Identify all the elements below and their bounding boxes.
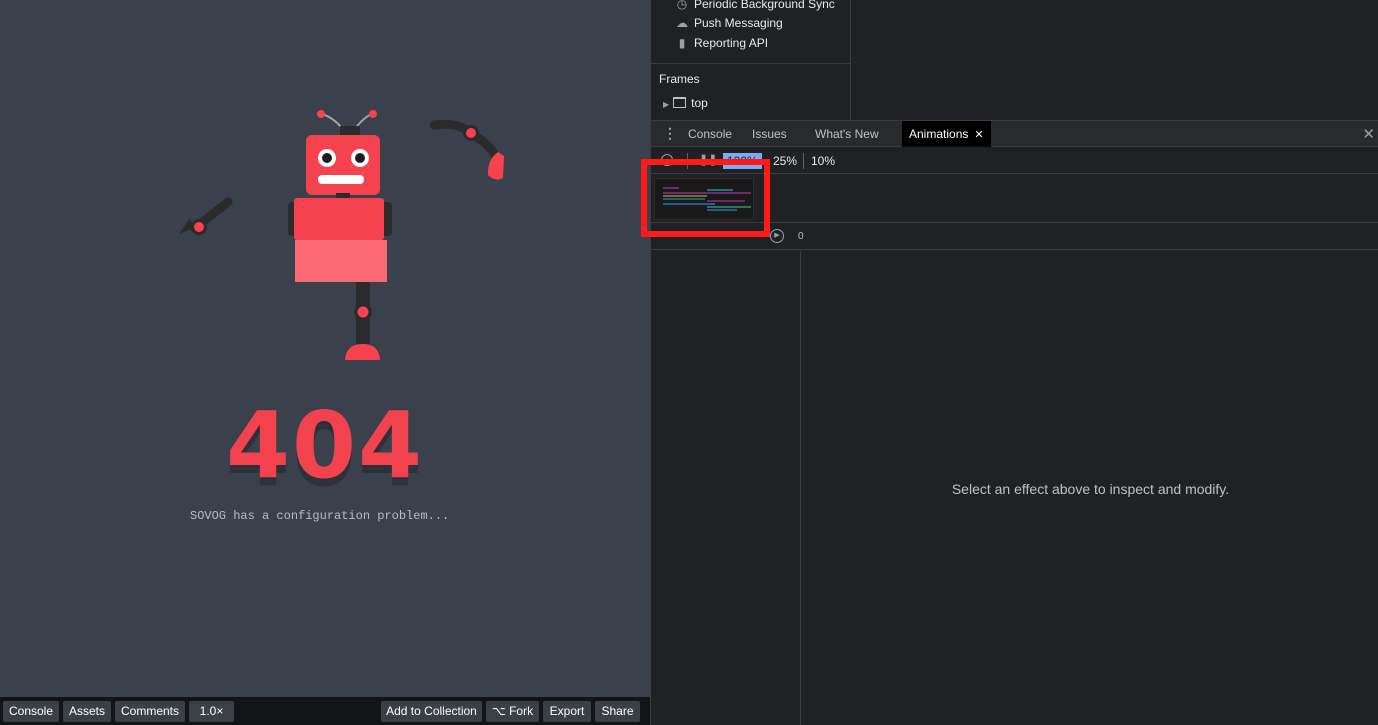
fork-icon: ⌥	[491, 704, 506, 718]
share-button[interactable]: Share	[595, 701, 640, 722]
replay-icon[interactable]: ▶	[770, 229, 784, 243]
robot-hips	[295, 240, 387, 282]
highlight-box	[641, 159, 770, 237]
drawer-tabbar: ⋮ Console Issues What's New Animations ✕ …	[651, 120, 1378, 147]
console-button[interactable]: Console	[3, 701, 59, 722]
antenna-tip-left	[317, 110, 325, 118]
antenna-tip-right	[369, 110, 377, 118]
tab-issues[interactable]: Issues	[745, 121, 794, 147]
clock-icon: ◷	[676, 0, 688, 11]
empty-state-message: Select an effect above to inspect and mo…	[951, 481, 1230, 497]
robot-chest	[294, 198, 384, 240]
devtools-panel: ◷ Periodic Background Sync ☁ Push Messagin…	[650, 0, 1378, 725]
tab-animations[interactable]: Animations ✕	[902, 121, 991, 147]
tab-animations-label: Animations	[909, 127, 969, 141]
fork-button[interactable]: ⌥ Fork	[486, 701, 539, 722]
tree-item-reporting-api[interactable]: ▮ Reporting API	[675, 34, 768, 52]
speed-25[interactable]: 25%	[769, 153, 801, 169]
animation-nodes-column	[651, 251, 801, 725]
top-frame-label: top	[691, 96, 708, 110]
tree-item-label: Reporting API	[694, 36, 769, 50]
close-drawer-icon[interactable]: ✕	[1362, 125, 1375, 143]
add-to-collection-button[interactable]: Add to Collection	[381, 701, 482, 722]
more-options-icon[interactable]: ⋮	[663, 125, 677, 142]
tree-item-top-frame[interactable]: ▶ top	[663, 96, 708, 110]
cloud-icon: ☁	[676, 16, 688, 30]
editor-bottom-bar: Console Assets Comments 1.0× Add to Coll…	[0, 697, 650, 725]
tree-item-periodic-background-sync[interactable]: ◷ Periodic Background Sync	[675, 0, 835, 13]
divider	[803, 153, 804, 169]
preview-pane: 404 SOVOG has a configuration problem...	[0, 0, 650, 697]
tab-console[interactable]: Console	[681, 121, 739, 147]
error-code: 404	[225, 392, 425, 499]
close-tab-icon[interactable]: ✕	[974, 129, 983, 141]
zoom-button[interactable]: 1.0×	[189, 701, 234, 722]
robot-head	[306, 135, 380, 195]
frames-heading: Frames	[659, 72, 700, 86]
tree-item-label: Periodic Background Sync	[694, 0, 835, 11]
divider	[651, 63, 851, 64]
speed-10[interactable]: 10%	[807, 153, 839, 169]
assets-button[interactable]: Assets	[63, 701, 111, 722]
application-tree: ◷ Periodic Background Sync ☁ Push Messagin…	[651, 0, 851, 120]
export-button[interactable]: Export	[543, 701, 591, 722]
timeline-start-label: 0	[798, 231, 804, 242]
tree-item-label: Push Messaging	[694, 16, 783, 30]
frame-icon	[673, 97, 687, 108]
robot-illustration	[179, 110, 504, 360]
fork-label: Fork	[509, 704, 534, 718]
document-icon: ▮	[678, 36, 686, 50]
comments-button[interactable]: Comments	[115, 701, 185, 722]
expand-triangle-icon[interactable]: ▶	[663, 100, 669, 109]
tree-item-push-messaging[interactable]: ☁ Push Messaging	[675, 14, 783, 32]
error-message: SOVOG has a configuration problem...	[190, 509, 450, 523]
tab-whats-new[interactable]: What's New	[808, 121, 886, 147]
